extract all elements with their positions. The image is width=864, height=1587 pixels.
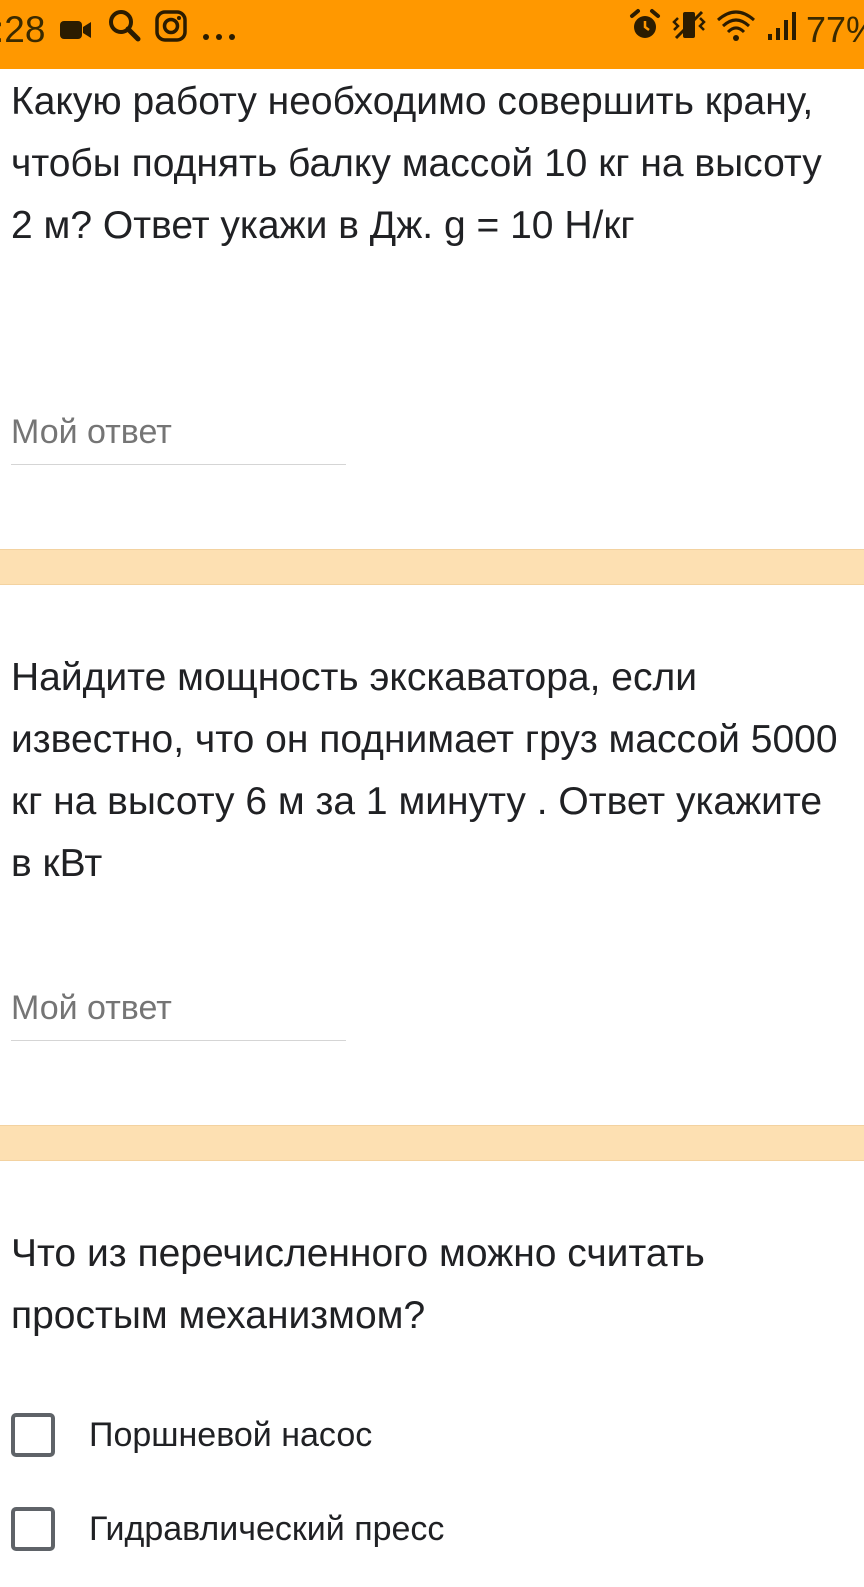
option-label[interactable]: Гидравлический пресс bbox=[89, 1510, 444, 1549]
video-icon bbox=[59, 9, 93, 51]
alarm-icon bbox=[628, 8, 662, 51]
question-text: Что из перечисленного можно считать прос… bbox=[11, 1232, 705, 1337]
option-label[interactable]: Поршневой насос bbox=[89, 1416, 372, 1455]
instagram-icon bbox=[155, 9, 188, 51]
status-bar-left: :28 bbox=[0, 8, 237, 51]
wifi-icon bbox=[716, 9, 756, 51]
section-divider bbox=[0, 1125, 864, 1161]
question-card-3: Что из перечисленного можно считать прос… bbox=[0, 1161, 864, 1587]
status-time: :28 bbox=[0, 8, 46, 50]
search-icon bbox=[107, 8, 141, 51]
status-bar-right: 77% bbox=[628, 8, 864, 51]
question-card-2: Найдите мощность экскаватора, если извес… bbox=[0, 585, 864, 1125]
more-icon bbox=[201, 9, 237, 51]
checkbox[interactable] bbox=[11, 1413, 55, 1457]
battery-level: 77% bbox=[805, 8, 864, 50]
signal-icon bbox=[766, 9, 796, 51]
checkbox-option[interactable]: Поршневой насос bbox=[11, 1407, 372, 1463]
answer-input[interactable] bbox=[11, 404, 341, 460]
answer-input[interactable] bbox=[11, 980, 341, 1036]
question-text: Найдите мощность экскаватора, если извес… bbox=[11, 656, 838, 885]
status-bar: :28 77% bbox=[0, 0, 864, 69]
vibrate-icon bbox=[672, 8, 706, 51]
checkbox[interactable] bbox=[11, 1507, 55, 1551]
checkbox-option[interactable]: Гидравлический пресс bbox=[11, 1501, 444, 1557]
question-text: Какую работу необходимо совершить крану,… bbox=[11, 80, 822, 247]
answer-field[interactable] bbox=[11, 404, 346, 465]
answer-field[interactable] bbox=[11, 980, 346, 1041]
question-card-1: Какую работу необходимо совершить крану,… bbox=[0, 69, 864, 549]
section-divider bbox=[0, 549, 864, 585]
